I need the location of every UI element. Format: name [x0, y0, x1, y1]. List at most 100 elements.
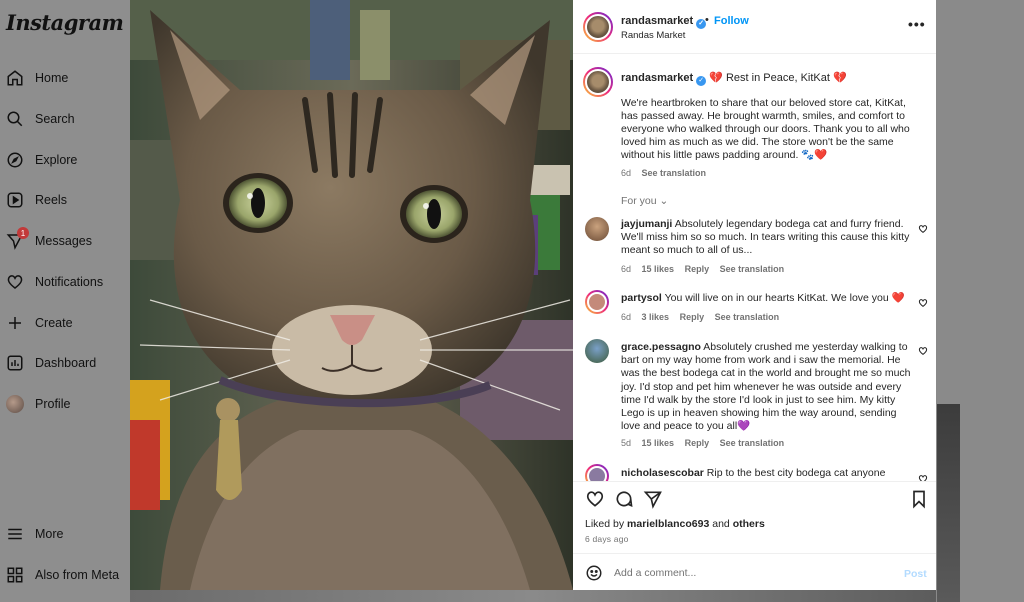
save-bookmark-icon[interactable]	[909, 489, 929, 509]
sidebar-item-label: Explore	[35, 153, 78, 167]
plus-icon	[6, 314, 24, 332]
caption-age[interactable]: 6d	[621, 168, 631, 178]
dashboard-icon	[6, 354, 24, 372]
avatar	[6, 395, 24, 413]
comment-meta: 6d 3 likes Reply See translation	[621, 312, 779, 322]
comment-likes-count[interactable]: 15 likes	[642, 438, 675, 448]
sidebar-item-label: Home	[35, 71, 69, 85]
liked-by-others[interactable]: others	[733, 518, 765, 530]
post-comment-button[interactable]: Post	[904, 568, 927, 580]
sidebar-item-profile[interactable]: Profile	[6, 391, 70, 417]
instagram-logo[interactable]: Instagram	[6, 10, 124, 35]
sidebar-item-create[interactable]: Create	[6, 310, 73, 336]
comment-input[interactable]	[614, 563, 894, 583]
chevron-down-icon: ⌄	[659, 195, 669, 207]
like-icon[interactable]	[585, 489, 605, 509]
notification-badge: 1	[17, 227, 29, 239]
commenter-avatar[interactable]	[585, 290, 609, 314]
post-header: randasmarket ✓ • Follow Randas Market •••	[573, 0, 936, 54]
comment-username[interactable]: jayjumanji	[621, 218, 672, 230]
sidebar-item-label: Search	[35, 112, 75, 126]
meta-apps-icon	[6, 566, 24, 584]
sidebar-item-label: Messages	[35, 234, 92, 248]
cat-photo	[130, 0, 573, 590]
liked-by-prefix: Liked by	[585, 518, 625, 530]
comment-likes-count[interactable]: 3 likes	[642, 312, 670, 322]
post-timestamp[interactable]: 6 days ago	[585, 534, 629, 544]
liked-by-username[interactable]: marielblanco693	[627, 518, 709, 530]
like-comment-icon[interactable]	[918, 346, 928, 356]
add-comment-bar: Post	[573, 553, 936, 590]
commenter-avatar[interactable]	[585, 339, 609, 363]
emoji-icon[interactable]	[585, 564, 603, 582]
sidebar-item-label: Reels	[35, 193, 67, 207]
comment-age[interactable]: 6d	[621, 264, 631, 274]
sidebar-item-more[interactable]: More	[6, 521, 63, 547]
sidebar-item-also-from-meta[interactable]: Also from Meta	[6, 562, 119, 588]
messages-icon: 1	[6, 227, 29, 250]
sidebar-item-notifications[interactable]: Notifications	[6, 269, 103, 295]
reply-button[interactable]: Reply	[685, 264, 710, 274]
username-text[interactable]: randasmarket	[621, 15, 693, 27]
sidebar-item-reels[interactable]: Reels	[6, 187, 67, 213]
like-comment-icon[interactable]	[918, 224, 928, 234]
post-author-username[interactable]: randasmarket ✓	[621, 15, 707, 29]
comment-meta: 6d 15 likes Reply See translation	[621, 264, 784, 274]
comment-likes-count[interactable]: 15 likes	[642, 264, 675, 274]
comments-scroll-area[interactable]: randasmarket ✓ 💔 Rest in Peace, KitKat 💔 …	[573, 54, 936, 481]
see-translation-link[interactable]: See translation	[642, 168, 707, 178]
sidebar-item-label: Dashboard	[35, 356, 97, 370]
share-icon[interactable]	[643, 489, 663, 509]
compass-icon	[6, 151, 24, 169]
comment-age[interactable]: 6d	[621, 312, 631, 322]
commenter-avatar[interactable]	[585, 464, 609, 481]
separator-dot: •	[705, 14, 709, 26]
comment-username[interactable]: partysol	[621, 292, 662, 304]
comment-sort-dropdown[interactable]: For you ⌄	[621, 195, 668, 207]
sidebar-item-label: Create	[35, 316, 73, 330]
comment-text: nicholasescobar Rip to the best city bod…	[621, 467, 913, 480]
comment-text: jayjumanji Absolutely legendary bodega c…	[621, 218, 913, 258]
sidebar-item-messages[interactable]: 1 Messages	[6, 227, 92, 254]
comment-body: You will live on in our hearts KitKat. W…	[664, 292, 905, 304]
caption-header: randasmarket ✓ 💔 Rest in Peace, KitKat 💔	[621, 71, 847, 86]
post-actions: Liked by marielblanco693 and others 6 da…	[573, 481, 936, 553]
sidebar-item-label: Also from Meta	[35, 568, 120, 582]
sidebar-item-label: Notifications	[35, 275, 104, 289]
reply-button[interactable]: Reply	[685, 438, 710, 448]
post-image[interactable]	[130, 0, 573, 590]
follow-button[interactable]: Follow	[714, 15, 749, 27]
post-author-avatar[interactable]	[583, 12, 613, 42]
post-location[interactable]: Randas Market	[621, 30, 685, 41]
feed-thumbnail	[937, 404, 960, 602]
like-comment-icon[interactable]	[918, 474, 928, 481]
sidebar-item-label: Profile	[35, 397, 71, 411]
liked-by-text: Liked by marielblanco693 and others	[585, 518, 765, 530]
comment-age[interactable]: 5d	[621, 438, 631, 448]
sidebar-item-explore[interactable]: Explore	[6, 147, 77, 173]
caption-author-avatar[interactable]	[583, 67, 613, 97]
see-translation-link[interactable]: See translation	[720, 264, 785, 274]
verified-icon: ✓	[696, 76, 707, 86]
comment-meta: 5d 15 likes Reply See translation	[621, 438, 784, 448]
commenter-avatar[interactable]	[585, 217, 609, 241]
caption-text: We're heartbroken to share that our belo…	[621, 97, 910, 161]
comment-body: Rip to the best city bodega cat anyone	[706, 467, 886, 479]
sidebar-item-dashboard[interactable]: Dashboard	[6, 350, 96, 376]
caption-username[interactable]: randasmarket	[621, 72, 693, 84]
sidebar-item-home[interactable]: Home	[6, 65, 68, 91]
feed-background-strip	[130, 590, 936, 602]
comment-username[interactable]: grace.pessagno	[621, 341, 701, 353]
sidebar-item-search[interactable]: Search	[6, 106, 75, 132]
comment-body: Absolutely crushed me yesterday walking …	[621, 341, 911, 433]
more-options-icon[interactable]: •••	[908, 16, 926, 32]
like-comment-icon[interactable]	[918, 298, 928, 308]
reply-button[interactable]: Reply	[680, 312, 705, 322]
see-translation-link[interactable]: See translation	[715, 312, 780, 322]
comment-username[interactable]: nicholasescobar	[621, 467, 704, 479]
comment-icon[interactable]	[614, 489, 634, 509]
see-translation-link[interactable]: See translation	[720, 438, 785, 448]
menu-icon	[6, 525, 24, 543]
home-icon	[6, 69, 24, 87]
sidebar: Instagram Home Search Explore Reels 1 Me…	[0, 0, 130, 602]
